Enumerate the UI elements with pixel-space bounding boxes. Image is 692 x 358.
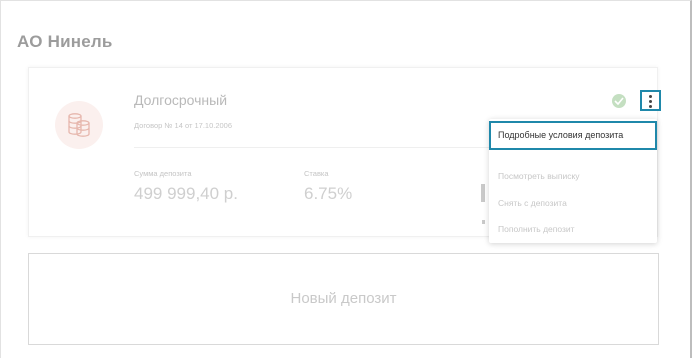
menu-item-top-up[interactable]: Пополнить депозит: [489, 224, 657, 234]
deposit-actions-menu: Подробные условия депозита Посмотреть вы…: [489, 119, 657, 243]
hidden-value-fragment: [481, 184, 485, 202]
deposit-name: Долгосрочный: [134, 92, 228, 108]
kebab-menu-icon[interactable]: [640, 90, 661, 111]
new-deposit-button[interactable]: Новый депозит: [28, 253, 659, 345]
amount-label: Сумма депозита: [134, 169, 192, 178]
hidden-value-fragment-2: [482, 220, 485, 224]
rate-value: 6.75%: [304, 184, 353, 203]
contract-info: Договор № 14 от 17.10.2006: [134, 121, 233, 130]
menu-item-view-statement[interactable]: Посмотреть выписку: [489, 171, 657, 181]
amount-value: 499 999,40 р.: [134, 184, 238, 203]
card-divider: [134, 147, 494, 148]
menu-item-deposit-terms[interactable]: Подробные условия депозита: [489, 121, 657, 150]
company-title: АО Нинель: [17, 32, 113, 51]
menu-item-withdraw[interactable]: Снять с депозита: [489, 198, 657, 208]
check-circle-icon: [612, 94, 626, 108]
rate-label: Ставка: [304, 169, 329, 178]
coins-icon: [55, 101, 103, 149]
app-frame: АО Нинель Долгосрочный Договор № 14 от 1…: [0, 0, 692, 358]
